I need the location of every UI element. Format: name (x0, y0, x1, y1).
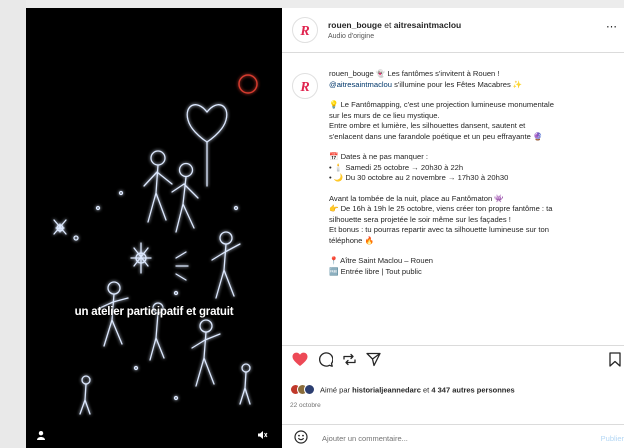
authors-connector: et (384, 20, 392, 30)
svg-text:R: R (299, 80, 309, 95)
video-caption: un atelier participatif et gratuit (74, 306, 234, 318)
caption-line: Avant la tombée de la nuit, place au Fan… (329, 193, 504, 203)
caption-line: sur les murs de ce lieu mystique. (329, 110, 440, 120)
liker-link[interactable]: historialjeannedarc (352, 385, 421, 394)
comment-input[interactable]: Ajouter un commentaire... (322, 434, 408, 443)
caption-mention[interactable]: @aitresaintmaclou (329, 80, 392, 89)
page-margin (0, 0, 26, 448)
location-line: 📍 Aître Saint Maclou – Rouen (329, 256, 434, 265)
date-item: • 🌙 Du 30 octobre au 2 novembre → 17h30 … (329, 173, 509, 182)
caption-line: 👉 De 16h à 19h le 25 octobre, viens crée… (329, 204, 553, 213)
entry-line: 🆓 Entrée libre | Tout public (329, 266, 422, 276)
bookmark-icon[interactable] (609, 352, 621, 372)
caption-line: téléphone 🔥 (329, 235, 374, 245)
comment-icon[interactable] (318, 352, 334, 372)
caption-line: Et bonus : tu pourras repartir avec ta s… (329, 225, 549, 234)
publish-button[interactable]: Publier (601, 434, 624, 443)
ghost-projection-artwork (53, 74, 258, 415)
caption-intro-2: s'illumine pour les Fêtes Macabres ✨ (394, 79, 523, 89)
likes-connector: et (422, 385, 430, 395)
caption-line: silhouette sera projetée le soir même su… (329, 214, 511, 224)
share-icon[interactable] (342, 352, 357, 372)
likes-count-link[interactable]: 4 347 autres personnes (431, 385, 514, 394)
mute-icon[interactable] (257, 430, 268, 442)
emoji-icon[interactable] (294, 430, 308, 448)
avatar[interactable]: R (292, 17, 318, 43)
comment-bar: Ajouter un commentaire... Publier (282, 424, 624, 448)
more-icon[interactable]: ⋯ (606, 20, 618, 33)
collaborator-link[interactable]: aitresaintmaclou (394, 20, 462, 30)
author-link[interactable]: rouen_bouge (328, 20, 382, 30)
post-date[interactable]: 22 octobre (290, 402, 321, 409)
svg-text:R: R (299, 24, 309, 39)
caption-author[interactable]: rouen_bouge (329, 69, 374, 78)
action-bar (282, 345, 624, 370)
send-icon[interactable] (366, 352, 381, 372)
likes-line: Aimé par historialjeannedarc et 4 347 au… (290, 384, 515, 397)
caption-avatar[interactable]: R (292, 73, 318, 99)
caption-intro: 👻 Les fantômes s'invitent à Rouen ! (375, 69, 500, 78)
liker-avatars (290, 384, 316, 397)
user-icon[interactable] (36, 430, 46, 442)
reel-video[interactable]: un atelier participatif et gratuit (26, 8, 282, 448)
dates-title: 📅 Dates à ne pas manquer : (329, 152, 428, 161)
caption-line: 💡 Le Fantômapping, c'est une projection … (329, 100, 554, 109)
caption-line: Entre ombre et lumière, les silhouettes … (329, 121, 526, 130)
heart-icon[interactable] (292, 352, 308, 372)
likes-prefix: Aimé par (320, 385, 351, 395)
post-header: R rouen_bouge et aitresaintmaclou Audio … (282, 8, 624, 53)
audio-link[interactable]: Audio d'origine (328, 33, 374, 40)
post-authors: rouen_bouge et aitresaintmaclou (328, 20, 461, 30)
caption-line: s'enlacent dans une farandole poétique e… (329, 131, 543, 141)
post-caption: rouen_bouge 👻 Les fantômes s'invitent à … (329, 69, 624, 277)
date-item: • 🕯️ Samedi 25 octobre → 20h30 à 22h (329, 162, 464, 172)
post-panel: R rouen_bouge et aitresaintmaclou Audio … (282, 8, 624, 448)
